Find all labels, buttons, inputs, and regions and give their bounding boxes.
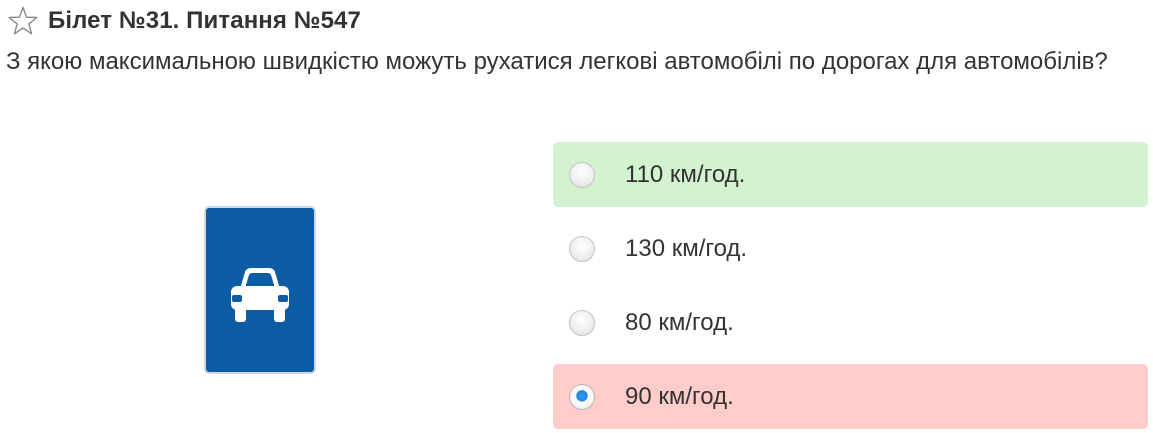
answer-label: 90 км/год. — [625, 382, 734, 410]
car-icon — [231, 268, 289, 322]
answer-option-4[interactable]: 90 км/год. — [553, 364, 1148, 429]
radio-button[interactable] — [569, 161, 595, 188]
question-text: З якою максимальною швидкістю можуть рух… — [6, 48, 1108, 75]
answer-option-1[interactable]: 110 км/год. — [553, 142, 1148, 207]
answer-label: 80 км/год. — [625, 308, 734, 336]
ticket-title: Білет №31. Питання №547 — [48, 7, 361, 34]
radio-button[interactable] — [569, 235, 595, 262]
radio-button[interactable] — [569, 309, 595, 336]
answer-option-3[interactable]: 80 км/год. — [553, 290, 1148, 355]
star-icon[interactable] — [6, 4, 40, 38]
question-header: Білет №31. Питання №547 — [6, 4, 361, 38]
answer-label: 110 км/год. — [625, 160, 746, 188]
answer-label: 130 км/год. — [625, 234, 748, 262]
radio-button-selected[interactable] — [569, 383, 595, 410]
road-sign-image — [204, 206, 316, 374]
answer-option-2[interactable]: 130 км/год. — [553, 216, 1148, 281]
